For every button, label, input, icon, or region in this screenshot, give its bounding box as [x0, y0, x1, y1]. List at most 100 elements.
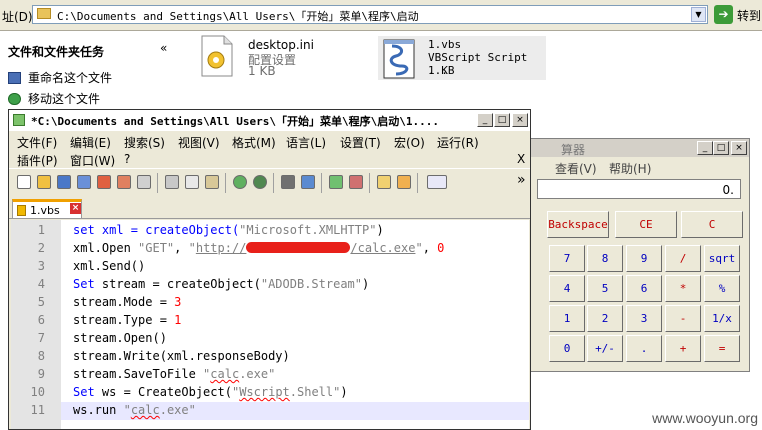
replace-icon[interactable]: [301, 175, 315, 189]
task-item-label: 移动这个文件: [28, 92, 101, 106]
menu-close-doc[interactable]: X: [517, 152, 525, 166]
code-token: ,: [174, 241, 189, 255]
collapse-icon[interactable]: «: [160, 41, 167, 55]
rename-file-link[interactable]: 重命名这个文件: [8, 69, 112, 86]
menu-macro[interactable]: 宏(O): [394, 134, 425, 151]
key-reciprocal[interactable]: 1/x: [704, 305, 740, 332]
new-file-icon[interactable]: [17, 175, 31, 189]
cut-icon[interactable]: [165, 175, 179, 189]
code-line: stream.Type = 1: [73, 313, 181, 327]
menu-help[interactable]: ?: [124, 152, 130, 166]
menu-view[interactable]: 查看(V): [555, 160, 597, 177]
key-divide[interactable]: /: [665, 245, 701, 272]
close-button[interactable]: ×: [731, 141, 747, 155]
sync-vertical-icon[interactable]: [377, 175, 391, 189]
code-token: 0: [437, 241, 445, 255]
ce-button[interactable]: CE: [615, 211, 677, 238]
backspace-button[interactable]: Backspace: [547, 211, 609, 238]
undo-icon[interactable]: [233, 175, 247, 189]
paste-icon[interactable]: [205, 175, 219, 189]
tab-1-vbs[interactable]: 1.vbs ×: [12, 199, 82, 218]
save-all-icon[interactable]: [77, 175, 91, 189]
chevron-down-icon[interactable]: ▼: [691, 7, 706, 22]
copy-icon[interactable]: [185, 175, 199, 189]
save-icon[interactable]: [57, 175, 71, 189]
menu-file[interactable]: 文件(F): [17, 134, 57, 151]
line-number-gutter: 1 2 3 4 5 6 7 8 9 10 11: [11, 220, 61, 429]
c-button[interactable]: C: [681, 211, 743, 238]
toolbar-separator: [321, 173, 322, 193]
address-input[interactable]: C:\Documents and Settings\All Users\「开始」…: [32, 5, 708, 24]
minimize-button[interactable]: _: [477, 113, 493, 127]
key-9[interactable]: 9: [626, 245, 662, 272]
file-size: 1 KB: [428, 64, 455, 77]
vbscript-file-icon: [383, 39, 415, 79]
code-editor[interactable]: 1 2 3 4 5 6 7 8 9 10 11 set xml = create…: [11, 220, 529, 429]
toolbar-separator: [369, 173, 370, 193]
unsaved-file-icon: [17, 205, 26, 216]
folder-icon: [37, 8, 51, 19]
key-sqrt[interactable]: sqrt: [704, 245, 740, 272]
minimize-button[interactable]: _: [697, 141, 713, 155]
redo-icon[interactable]: [253, 175, 267, 189]
code-token: set xml = createObject(: [73, 223, 240, 237]
print-icon[interactable]: [137, 175, 151, 189]
line-number: 2: [37, 241, 45, 255]
line-number: 3: [37, 259, 45, 273]
maximize-button[interactable]: □: [494, 113, 510, 127]
key-1[interactable]: 1: [549, 305, 585, 332]
key-negate[interactable]: +/-: [587, 335, 623, 362]
code-token: ): [362, 277, 370, 291]
key-4[interactable]: 4: [549, 275, 585, 302]
close-file-icon[interactable]: [97, 175, 111, 189]
menu-search[interactable]: 搜索(S): [124, 134, 165, 151]
notepadpp-titlebar: *C:\Documents and Settings\All Users\「开始…: [9, 110, 530, 131]
key-equals[interactable]: =: [704, 335, 740, 362]
menu-view[interactable]: 视图(V): [178, 134, 220, 151]
file-desktop-ini[interactable]: desktop.ini 配置设置 1 KB: [196, 34, 336, 82]
key-5[interactable]: 5: [587, 275, 623, 302]
key-0[interactable]: 0: [549, 335, 585, 362]
calculator-display: 0.: [537, 179, 741, 199]
code-token: ": [188, 241, 196, 255]
menu-format[interactable]: 格式(M): [232, 134, 276, 151]
code-token: "Microsoft.XMLHTTP": [239, 223, 377, 237]
key-multiply[interactable]: *: [665, 275, 701, 302]
code-token: "ADODB.Stream": [260, 277, 363, 291]
code-line: ws.run "calc.exe": [73, 403, 196, 417]
menu-run[interactable]: 运行(R): [437, 134, 479, 151]
zoom-out-icon[interactable]: [349, 175, 363, 189]
key-7[interactable]: 7: [549, 245, 585, 272]
close-button[interactable]: ×: [512, 113, 528, 127]
key-6[interactable]: 6: [626, 275, 662, 302]
menu-help[interactable]: 帮助(H): [609, 160, 651, 177]
close-icon[interactable]: ×: [70, 203, 81, 214]
key-3[interactable]: 3: [626, 305, 662, 332]
key-percent[interactable]: %: [704, 275, 740, 302]
sync-horizontal-icon[interactable]: [397, 175, 411, 189]
code-token: xml.Open: [73, 241, 139, 255]
code-token: Set: [73, 385, 95, 399]
key-2[interactable]: 2: [587, 305, 623, 332]
key-plus[interactable]: +: [665, 335, 701, 362]
move-file-link[interactable]: 移动这个文件: [8, 90, 100, 107]
close-all-icon[interactable]: [117, 175, 131, 189]
find-icon[interactable]: [281, 175, 295, 189]
zoom-in-icon[interactable]: [329, 175, 343, 189]
maximize-button[interactable]: □: [713, 141, 729, 155]
key-8[interactable]: 8: [587, 245, 623, 272]
code-line: stream.Mode = 3: [73, 295, 181, 309]
go-button[interactable]: ➔ 转到: [714, 5, 762, 25]
key-minus[interactable]: -: [665, 305, 701, 332]
menu-edit[interactable]: 编辑(E): [70, 134, 111, 151]
menu-language[interactable]: 语言(L): [286, 134, 326, 151]
menu-settings[interactable]: 设置(T): [340, 134, 381, 151]
open-file-icon[interactable]: [37, 175, 51, 189]
toolbar-overflow-icon[interactable]: »: [517, 172, 526, 188]
word-wrap-icon[interactable]: [427, 175, 447, 189]
key-decimal[interactable]: .: [626, 335, 662, 362]
menu-plugins[interactable]: 插件(P): [17, 152, 58, 169]
menu-window[interactable]: 窗口(W): [70, 152, 115, 169]
file-1-vbs[interactable]: 1.vbs VBScript Script ... 1 KB: [378, 36, 546, 80]
code-line: xml.Send(): [73, 259, 146, 273]
